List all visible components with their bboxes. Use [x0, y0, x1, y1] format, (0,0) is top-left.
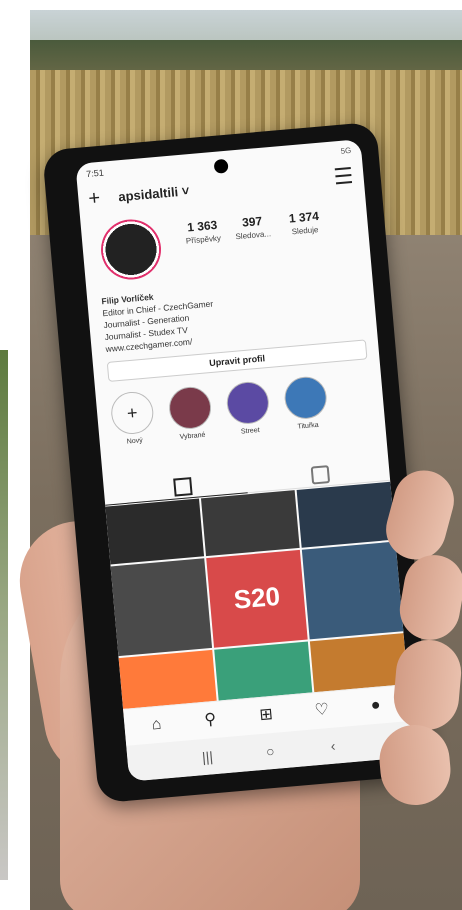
plus-icon[interactable]: +	[88, 187, 102, 210]
tile-text: S20	[232, 581, 282, 616]
highlight-new[interactable]: + Nový	[106, 390, 160, 447]
highlight-label: Nový	[126, 437, 144, 446]
highlight-label: Street	[240, 426, 260, 436]
highlight-thumb	[282, 375, 329, 421]
profile-icon[interactable]: ●	[365, 695, 387, 717]
highlight-item[interactable]: Vybrané	[163, 385, 217, 442]
status-time: 7:51	[85, 167, 105, 180]
stat-followers[interactable]: 397 Sledova...	[227, 213, 279, 242]
highlight-thumb	[225, 380, 271, 426]
search-icon[interactable]: ⚲	[200, 710, 222, 732]
status-network: 5G	[340, 145, 352, 156]
post-tile[interactable]	[110, 558, 213, 656]
highlights: + Nový Vybrané Street Tituřka	[96, 370, 387, 465]
post-tile[interactable]	[301, 541, 404, 640]
front-camera	[213, 158, 229, 174]
home-icon[interactable]: ⌂	[146, 714, 168, 736]
avatar[interactable]	[98, 216, 164, 282]
left-edge-blur	[0, 350, 8, 880]
post-tile[interactable]: S20	[206, 550, 308, 648]
phone-screen: 7:51 5G + apsidaltili ˅ 1 363 Příspěvky …	[75, 139, 415, 782]
post-tile[interactable]	[105, 498, 205, 565]
plus-icon: +	[109, 390, 156, 436]
photo-scene: 7:51 5G + apsidaltili ˅ 1 363 Příspěvky …	[0, 0, 462, 910]
grid-icon[interactable]	[173, 477, 193, 497]
stat-followers-label: Sledova...	[235, 229, 272, 242]
home-system-icon[interactable]: ○	[260, 742, 281, 760]
tagged-icon[interactable]	[310, 465, 331, 485]
highlight-label: Tituřka	[297, 421, 319, 431]
post-tile[interactable]	[296, 481, 396, 549]
post-tile[interactable]	[200, 490, 300, 557]
highlight-item[interactable]: Tituřka	[279, 375, 333, 432]
highlight-item[interactable]: Street	[221, 380, 275, 437]
heart-icon[interactable]: ♡	[311, 700, 333, 722]
post-grid: S20	[105, 481, 409, 716]
phone: 7:51 5G + apsidaltili ˅ 1 363 Příspěvky …	[42, 121, 433, 804]
stat-following[interactable]: 1 374 Sleduje	[278, 208, 330, 237]
recents-icon[interactable]: |||	[197, 748, 218, 766]
highlight-label: Vybrané	[179, 431, 206, 441]
menu-icon[interactable]	[334, 167, 353, 185]
username[interactable]: apsidaltili ˅	[118, 183, 190, 204]
add-icon[interactable]: ⊞	[255, 705, 277, 727]
stat-following-label: Sleduje	[291, 225, 319, 237]
bio: Filip Vorlíček Editor in Chief - CzechGa…	[101, 286, 217, 355]
stat-posts[interactable]: 1 363 Příspěvky	[177, 217, 229, 246]
highlight-thumb	[167, 385, 213, 431]
back-icon[interactable]: ‹	[322, 737, 343, 755]
stat-posts-label: Příspěvky	[185, 233, 222, 246]
